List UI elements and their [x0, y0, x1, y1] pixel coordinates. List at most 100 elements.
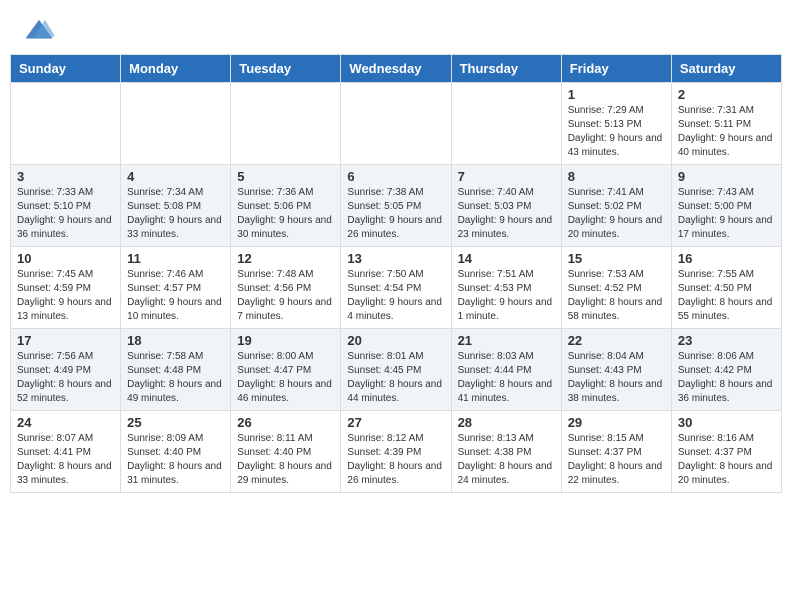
calendar-day-10: 10 Sunrise: 7:45 AM Sunset: 4:59 PM Dayli… — [11, 247, 121, 329]
day-number: 11 — [127, 251, 224, 266]
day-info: Sunrise: 7:48 AM Sunset: 4:56 PM Dayligh… — [237, 269, 332, 322]
day-number: 17 — [17, 333, 114, 348]
calendar-empty-cell — [231, 83, 341, 165]
day-number: 24 — [17, 415, 114, 430]
calendar-day-21: 21 Sunrise: 8:03 AM Sunset: 4:44 PM Dayli… — [451, 329, 561, 411]
day-number: 22 — [568, 333, 665, 348]
day-info: Sunrise: 7:40 AM Sunset: 5:03 PM Dayligh… — [458, 187, 553, 240]
day-number: 5 — [237, 169, 334, 184]
logo-icon — [24, 16, 54, 46]
calendar-day-5: 5 Sunrise: 7:36 AM Sunset: 5:06 PM Daylig… — [231, 165, 341, 247]
day-info: Sunrise: 7:51 AM Sunset: 4:53 PM Dayligh… — [458, 269, 553, 322]
day-info: Sunrise: 8:11 AM Sunset: 4:40 PM Dayligh… — [237, 433, 332, 486]
header-thursday: Thursday — [451, 55, 561, 83]
day-number: 30 — [678, 415, 775, 430]
calendar-day-17: 17 Sunrise: 7:56 AM Sunset: 4:49 PM Dayli… — [11, 329, 121, 411]
calendar-day-15: 15 Sunrise: 7:53 AM Sunset: 4:52 PM Dayli… — [561, 247, 671, 329]
calendar-day-6: 6 Sunrise: 7:38 AM Sunset: 5:05 PM Daylig… — [341, 165, 451, 247]
day-number: 13 — [347, 251, 444, 266]
day-number: 21 — [458, 333, 555, 348]
calendar-empty-cell — [11, 83, 121, 165]
day-info: Sunrise: 7:53 AM Sunset: 4:52 PM Dayligh… — [568, 269, 663, 322]
day-number: 18 — [127, 333, 224, 348]
calendar-day-13: 13 Sunrise: 7:50 AM Sunset: 4:54 PM Dayli… — [341, 247, 451, 329]
day-info: Sunrise: 7:56 AM Sunset: 4:49 PM Dayligh… — [17, 351, 112, 404]
calendar-week-row: 17 Sunrise: 7:56 AM Sunset: 4:49 PM Dayli… — [11, 329, 782, 411]
day-info: Sunrise: 8:01 AM Sunset: 4:45 PM Dayligh… — [347, 351, 442, 404]
day-info: Sunrise: 7:31 AM Sunset: 5:11 PM Dayligh… — [678, 105, 773, 158]
calendar-day-25: 25 Sunrise: 8:09 AM Sunset: 4:40 PM Dayli… — [121, 411, 231, 493]
header-sunday: Sunday — [11, 55, 121, 83]
calendar-day-26: 26 Sunrise: 8:11 AM Sunset: 4:40 PM Dayli… — [231, 411, 341, 493]
calendar-day-2: 2Sunrise: 7:31 AM Sunset: 5:11 PM Daylig… — [671, 83, 781, 165]
day-info: Sunrise: 8:15 AM Sunset: 4:37 PM Dayligh… — [568, 433, 663, 486]
calendar-day-7: 7 Sunrise: 7:40 AM Sunset: 5:03 PM Daylig… — [451, 165, 561, 247]
day-info: Sunrise: 7:50 AM Sunset: 4:54 PM Dayligh… — [347, 269, 442, 322]
day-info: Sunrise: 7:34 AM Sunset: 5:08 PM Dayligh… — [127, 187, 222, 240]
day-info: Sunrise: 8:12 AM Sunset: 4:39 PM Dayligh… — [347, 433, 442, 486]
day-number: 26 — [237, 415, 334, 430]
day-number: 3 — [17, 169, 114, 184]
calendar-day-12: 12 Sunrise: 7:48 AM Sunset: 4:56 PM Dayli… — [231, 247, 341, 329]
day-info: Sunrise: 7:33 AM Sunset: 5:10 PM Dayligh… — [17, 187, 112, 240]
calendar-day-14: 14 Sunrise: 7:51 AM Sunset: 4:53 PM Dayli… — [451, 247, 561, 329]
day-info: Sunrise: 8:04 AM Sunset: 4:43 PM Dayligh… — [568, 351, 663, 404]
logo — [20, 16, 54, 46]
calendar-day-1: 1 Sunrise: 7:29 AM Sunset: 5:13 PM Daylig… — [561, 83, 671, 165]
day-info: Sunrise: 8:07 AM Sunset: 4:41 PM Dayligh… — [17, 433, 112, 486]
calendar-table: SundayMondayTuesdayWednesdayThursdayFrid… — [10, 54, 782, 493]
day-info: Sunrise: 8:06 AM Sunset: 4:42 PM Dayligh… — [678, 351, 773, 404]
calendar-day-16: 16 Sunrise: 7:55 AM Sunset: 4:50 PM Dayli… — [671, 247, 781, 329]
calendar-week-row: 24 Sunrise: 8:07 AM Sunset: 4:41 PM Dayli… — [11, 411, 782, 493]
day-number: 1 — [568, 87, 665, 102]
day-info: Sunrise: 7:36 AM Sunset: 5:06 PM Dayligh… — [237, 187, 332, 240]
day-info: Sunrise: 7:55 AM Sunset: 4:50 PM Dayligh… — [678, 269, 773, 322]
calendar-empty-cell — [451, 83, 561, 165]
day-info: Sunrise: 7:41 AM Sunset: 5:02 PM Dayligh… — [568, 187, 663, 240]
calendar-day-3: 3 Sunrise: 7:33 AM Sunset: 5:10 PM Daylig… — [11, 165, 121, 247]
day-number: 23 — [678, 333, 775, 348]
calendar-day-18: 18Sunrise: 7:58 AM Sunset: 4:48 PM Dayli… — [121, 329, 231, 411]
calendar-week-row: 10 Sunrise: 7:45 AM Sunset: 4:59 PM Dayli… — [11, 247, 782, 329]
day-info: Sunrise: 8:09 AM Sunset: 4:40 PM Dayligh… — [127, 433, 222, 486]
calendar-week-row: 3 Sunrise: 7:33 AM Sunset: 5:10 PM Daylig… — [11, 165, 782, 247]
page-header — [0, 0, 792, 54]
calendar-day-27: 27Sunrise: 8:12 AM Sunset: 4:39 PM Dayli… — [341, 411, 451, 493]
day-number: 10 — [17, 251, 114, 266]
calendar-day-19: 19Sunrise: 8:00 AM Sunset: 4:47 PM Dayli… — [231, 329, 341, 411]
header-saturday: Saturday — [671, 55, 781, 83]
day-number: 19 — [237, 333, 334, 348]
day-number: 25 — [127, 415, 224, 430]
day-info: Sunrise: 7:29 AM Sunset: 5:13 PM Dayligh… — [568, 105, 663, 158]
day-number: 9 — [678, 169, 775, 184]
calendar-week-row: 1 Sunrise: 7:29 AM Sunset: 5:13 PM Daylig… — [11, 83, 782, 165]
calendar-day-24: 24 Sunrise: 8:07 AM Sunset: 4:41 PM Dayli… — [11, 411, 121, 493]
day-number: 29 — [568, 415, 665, 430]
day-number: 14 — [458, 251, 555, 266]
day-number: 15 — [568, 251, 665, 266]
calendar-header-row: SundayMondayTuesdayWednesdayThursdayFrid… — [11, 55, 782, 83]
calendar-day-4: 4 Sunrise: 7:34 AM Sunset: 5:08 PM Daylig… — [121, 165, 231, 247]
header-friday: Friday — [561, 55, 671, 83]
calendar-day-30: 30Sunrise: 8:16 AM Sunset: 4:37 PM Dayli… — [671, 411, 781, 493]
calendar-day-29: 29 Sunrise: 8:15 AM Sunset: 4:37 PM Dayli… — [561, 411, 671, 493]
day-number: 16 — [678, 251, 775, 266]
day-number: 6 — [347, 169, 444, 184]
day-number: 28 — [458, 415, 555, 430]
day-info: Sunrise: 7:43 AM Sunset: 5:00 PM Dayligh… — [678, 187, 773, 240]
day-number: 12 — [237, 251, 334, 266]
day-info: Sunrise: 7:45 AM Sunset: 4:59 PM Dayligh… — [17, 269, 112, 322]
day-info: Sunrise: 8:03 AM Sunset: 4:44 PM Dayligh… — [458, 351, 553, 404]
day-number: 20 — [347, 333, 444, 348]
calendar-day-28: 28 Sunrise: 8:13 AM Sunset: 4:38 PM Dayli… — [451, 411, 561, 493]
calendar-day-23: 23 Sunrise: 8:06 AM Sunset: 4:42 PM Dayli… — [671, 329, 781, 411]
header-wednesday: Wednesday — [341, 55, 451, 83]
calendar-day-11: 11 Sunrise: 7:46 AM Sunset: 4:57 PM Dayli… — [121, 247, 231, 329]
day-number: 4 — [127, 169, 224, 184]
day-number: 7 — [458, 169, 555, 184]
day-info: Sunrise: 8:13 AM Sunset: 4:38 PM Dayligh… — [458, 433, 553, 486]
calendar-empty-cell — [341, 83, 451, 165]
day-info: Sunrise: 7:46 AM Sunset: 4:57 PM Dayligh… — [127, 269, 222, 322]
day-number: 8 — [568, 169, 665, 184]
day-info: Sunrise: 7:38 AM Sunset: 5:05 PM Dayligh… — [347, 187, 442, 240]
